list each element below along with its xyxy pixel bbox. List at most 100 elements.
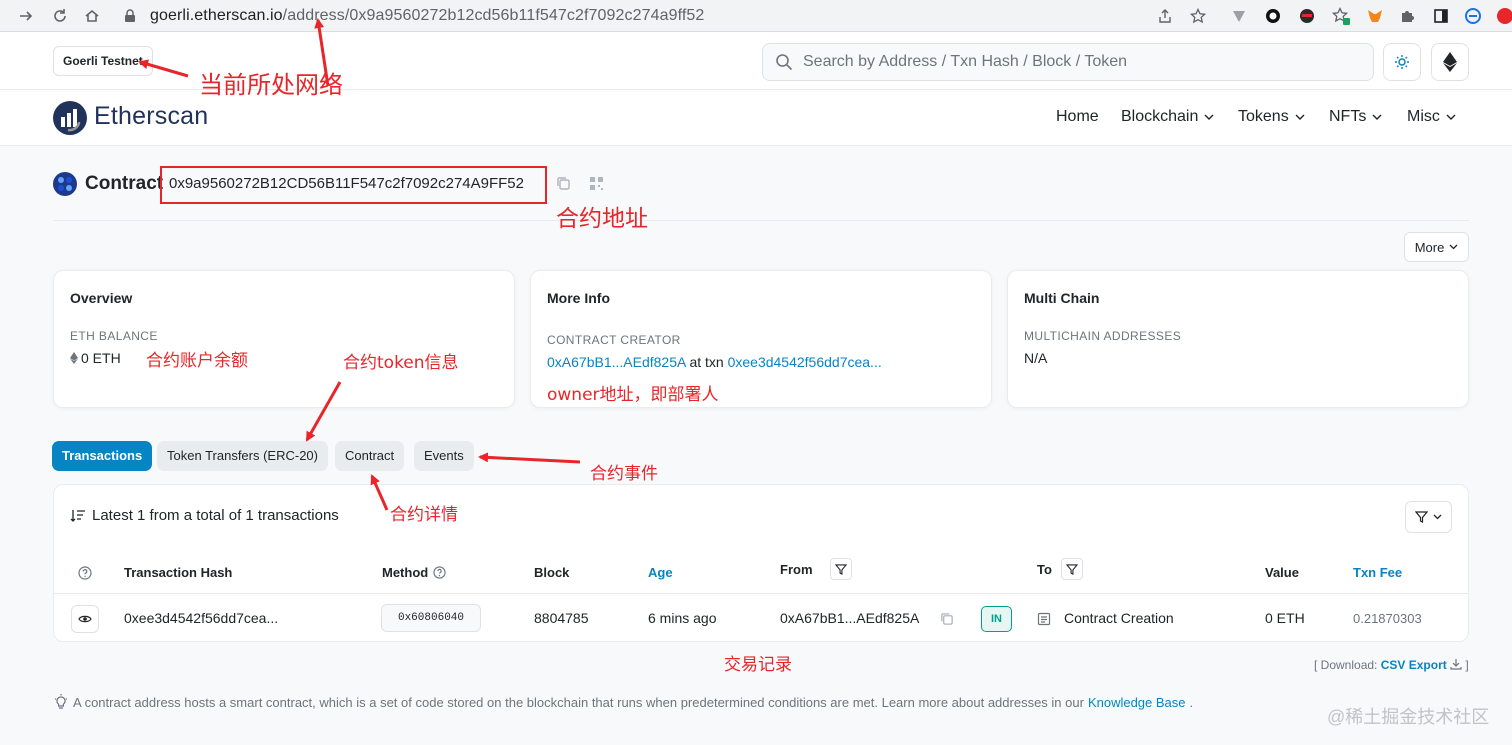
to-filter-button[interactable] <box>1060 558 1083 580</box>
search-box[interactable] <box>762 43 1374 81</box>
address-bar[interactable]: goerli.etherscan.io/address/0x9a9560272b… <box>116 3 1216 29</box>
etherscan-logo-icon[interactable] <box>52 100 88 136</box>
watermark: @稀土掘金技术社区 <box>1327 707 1490 727</box>
col-txn-fee[interactable]: Txn Fee <box>1353 565 1402 580</box>
knowledge-base-link[interactable]: Knowledge Base <box>1088 695 1186 710</box>
more-button[interactable]: More <box>1404 232 1469 262</box>
csv-export-link[interactable]: CSV Export <box>1381 658 1447 672</box>
method-badge: 0x60806040 <box>381 604 481 632</box>
tab-transactions[interactable]: Transactions <box>52 441 153 471</box>
annotation-box <box>160 166 547 204</box>
sidepanel-icon[interactable] <box>1430 5 1452 27</box>
direction-badge: IN <box>981 606 1012 632</box>
lightbulb-icon <box>55 694 67 709</box>
more-info-title: More Info <box>547 290 610 306</box>
filter-dropdown-button[interactable] <box>1405 501 1452 533</box>
multichain-addresses-label: MULTICHAIN ADDRESSES <box>1024 329 1182 343</box>
annotation-events: 合约事件 <box>590 464 658 484</box>
extension-v-icon[interactable] <box>1228 5 1250 27</box>
page-title: Contract <box>85 173 164 194</box>
tab-contract[interactable]: Contract <box>335 441 405 471</box>
chevron-down-icon <box>1449 244 1458 250</box>
puzzle-extensions-icon[interactable] <box>1396 5 1418 27</box>
from-filter-button[interactable] <box>829 558 852 580</box>
contract-creator-label: CONTRACT CREATOR <box>547 333 681 347</box>
block-link[interactable]: 8804785 <box>534 610 589 626</box>
download-icon <box>1450 659 1462 670</box>
extension-ninja-icon[interactable] <box>1296 5 1318 27</box>
txn-fee-value: 0.21870303 <box>1353 611 1422 626</box>
chevron-down-icon <box>1446 114 1456 120</box>
transactions-summary: Latest 1 from a total of 1 transactions <box>70 507 339 524</box>
from-address-link[interactable]: 0xA67bB1...AEdf825A <box>780 610 919 626</box>
search-icon <box>775 53 793 71</box>
extension-ring-icon[interactable] <box>1262 5 1284 27</box>
contract-file-icon <box>1037 612 1051 626</box>
browser-toolbar: goerli.etherscan.io/address/0x9a9560272b… <box>0 0 1512 32</box>
contract-avatar-icon <box>52 171 78 197</box>
tab-token-transfers[interactable]: Token Transfers (ERC-20) <box>157 441 328 471</box>
col-from: From <box>780 558 852 580</box>
creator-address-link[interactable]: 0xA67bB1...AEdf825A <box>547 354 686 370</box>
col-age[interactable]: Age <box>648 565 673 580</box>
nav-tokens[interactable]: Tokens <box>1238 108 1305 126</box>
divider <box>53 220 1469 221</box>
value-amount: 0 ETH <box>1265 610 1305 626</box>
profile-avatar-icon[interactable] <box>1494 5 1512 27</box>
ethereum-icon <box>1443 52 1457 72</box>
eth-balance-value: 0 ETH <box>70 350 121 366</box>
annotation-records: 交易记录 <box>724 655 792 675</box>
to-value: Contract Creation <box>1064 610 1174 626</box>
search-input[interactable] <box>803 52 1363 72</box>
reload-icon[interactable] <box>48 4 72 28</box>
overview-title: Overview <box>70 290 133 306</box>
annotation-network: 当前所处网络 <box>199 71 343 99</box>
preview-button[interactable] <box>71 605 99 633</box>
copy-icon[interactable] <box>556 176 571 191</box>
theme-toggle-button[interactable] <box>1383 43 1421 81</box>
nav-nfts[interactable]: NFTs <box>1329 108 1382 126</box>
sync-icon[interactable] <box>1462 5 1484 27</box>
logo-text[interactable]: Etherscan <box>94 102 208 131</box>
arrow-events <box>478 452 581 464</box>
annotation-contract-address: 合约地址 <box>556 206 648 232</box>
forward-icon[interactable] <box>14 4 38 28</box>
eye-icon <box>78 615 92 623</box>
ethereum-icon <box>70 352 78 364</box>
qr-code-icon[interactable] <box>589 176 604 191</box>
network-switch-button[interactable] <box>1431 43 1469 81</box>
extension-star-icon[interactable] <box>1330 5 1352 27</box>
chevron-down-icon <box>1295 114 1305 120</box>
lock-icon <box>124 9 136 23</box>
creator-txn-link[interactable]: 0xee3d4542f56dd7cea... <box>728 354 882 370</box>
filter-icon <box>1415 511 1428 523</box>
home-icon[interactable] <box>80 4 104 28</box>
share-icon[interactable] <box>1154 5 1176 27</box>
col-method: Method <box>382 565 446 580</box>
metamask-fox-icon[interactable] <box>1364 5 1386 27</box>
bookmark-star-icon[interactable] <box>1187 5 1209 27</box>
help-icon[interactable] <box>78 566 92 580</box>
multichain-addresses-value: N/A <box>1024 350 1048 366</box>
filter-icon <box>1065 563 1078 575</box>
divider <box>54 593 1468 594</box>
tx-hash-link[interactable]: 0xee3d4542f56dd7cea... <box>124 610 278 626</box>
multi-chain-card: Multi Chain MULTICHAIN ADDRESSES N/A <box>1007 270 1469 408</box>
nav-misc[interactable]: Misc <box>1407 108 1456 126</box>
chevron-down-icon <box>1433 514 1442 520</box>
chevron-down-icon <box>1372 114 1382 120</box>
footnote: A contract address hosts a smart contrac… <box>53 694 1193 710</box>
network-badge[interactable]: Goerli Testnet <box>53 46 153 76</box>
annotation-contract-detail: 合约详情 <box>390 505 458 525</box>
multi-chain-title: Multi Chain <box>1024 290 1100 306</box>
col-to: To <box>1037 558 1083 580</box>
nav-home[interactable]: Home <box>1056 108 1099 126</box>
copy-icon[interactable] <box>940 612 954 626</box>
filter-icon <box>834 563 847 575</box>
download-line: [ Download: CSV Export ] <box>1314 658 1469 672</box>
tab-events[interactable]: Events <box>414 441 474 471</box>
annotation-owner: owner地址，即部署人 <box>547 385 719 405</box>
col-block: Block <box>534 565 570 580</box>
overview-card: Overview ETH BALANCE 0 ETH <box>53 270 515 408</box>
nav-blockchain[interactable]: Blockchain <box>1121 108 1214 126</box>
